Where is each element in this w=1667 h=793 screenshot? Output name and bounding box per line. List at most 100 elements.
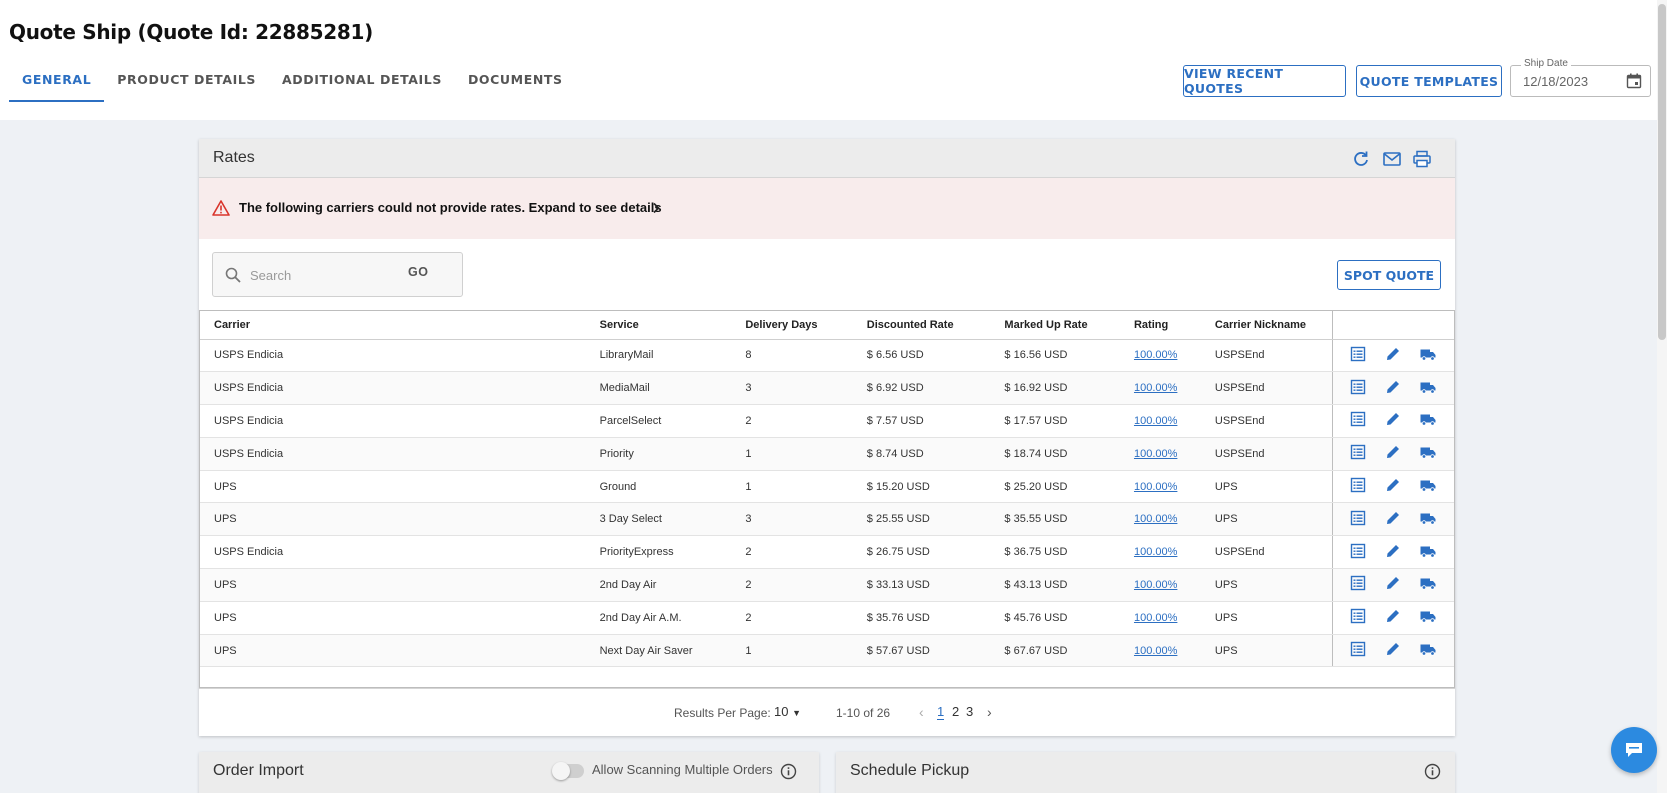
table-row[interactable]: UPS Ground 1 $ 15.20 USD $ 25.20 USD 100.00% U… bbox=[200, 470, 1454, 504]
cell-service: Priority bbox=[585, 437, 732, 471]
column-header-carrier-nickname[interactable]: Carrier Nickname bbox=[1200, 311, 1333, 340]
cell-actions bbox=[1331, 634, 1454, 668]
quote-templates-button[interactable]: QUOTE TEMPLATES bbox=[1356, 65, 1502, 97]
chevron-right-icon[interactable] bbox=[651, 202, 661, 214]
rating-link[interactable]: 100.00% bbox=[1134, 382, 1177, 394]
ship-truck-icon[interactable] bbox=[1420, 575, 1436, 594]
details-icon[interactable] bbox=[1350, 411, 1366, 430]
spot-quote-button[interactable]: SPOT QUOTE bbox=[1337, 260, 1441, 290]
details-icon[interactable] bbox=[1350, 477, 1366, 496]
carrier-alert[interactable]: The following carriers could not provide… bbox=[199, 178, 1455, 239]
column-header-service[interactable]: Service bbox=[585, 311, 732, 340]
details-icon[interactable] bbox=[1350, 510, 1366, 529]
email-icon[interactable] bbox=[1382, 149, 1402, 169]
page-2-link[interactable]: 2 bbox=[952, 704, 959, 719]
results-per-page-select[interactable]: 10 ▼ bbox=[774, 704, 801, 719]
column-header-marked-up-rate[interactable]: Marked Up Rate bbox=[990, 311, 1120, 340]
details-icon[interactable] bbox=[1350, 575, 1366, 594]
previous-page-icon[interactable]: ‹ bbox=[919, 704, 924, 720]
cell-rating: 100.00% bbox=[1119, 568, 1201, 602]
ship-truck-icon[interactable] bbox=[1420, 444, 1436, 463]
cell-actions bbox=[1331, 535, 1454, 570]
column-header-rating[interactable]: Rating bbox=[1119, 311, 1201, 340]
cell-service: ParcelSelect bbox=[585, 404, 732, 438]
ship-truck-icon[interactable] bbox=[1420, 641, 1436, 660]
tab-additional-details[interactable]: ADDITIONAL DETAILS bbox=[269, 62, 455, 102]
rating-link[interactable]: 100.00% bbox=[1134, 513, 1177, 525]
schedule-pickup-title: Schedule Pickup bbox=[850, 762, 970, 779]
cell-discounted-rate: $ 25.55 USD bbox=[852, 502, 991, 537]
table-row[interactable]: USPS Endicia LibraryMail 8 $ 6.56 USD $ 16.5… bbox=[200, 339, 1454, 373]
rating-link[interactable]: 100.00% bbox=[1134, 481, 1177, 493]
column-header-carrier[interactable]: Carrier bbox=[200, 311, 586, 340]
edit-icon[interactable] bbox=[1385, 411, 1401, 430]
table-row[interactable]: USPS Endicia ParcelSelect 2 $ 7.57 USD $ 17.… bbox=[200, 404, 1454, 438]
table-row[interactable]: UPS 3 Day Select 3 $ 25.55 USD $ 35.55 USD 10… bbox=[200, 502, 1454, 537]
search-input[interactable] bbox=[250, 264, 400, 286]
chat-button[interactable] bbox=[1611, 727, 1657, 773]
ship-truck-icon[interactable] bbox=[1420, 477, 1436, 496]
print-icon[interactable] bbox=[1412, 149, 1432, 169]
view-recent-quotes-button[interactable]: VIEW RECENT QUOTES bbox=[1183, 65, 1346, 97]
cell-carrier-nickname: USPSEnd bbox=[1200, 339, 1333, 373]
allow-scanning-toggle[interactable] bbox=[552, 762, 584, 780]
rating-link[interactable]: 100.00% bbox=[1134, 645, 1177, 657]
next-page-icon[interactable]: › bbox=[987, 704, 992, 720]
details-icon[interactable] bbox=[1350, 608, 1366, 627]
details-icon[interactable] bbox=[1350, 379, 1366, 398]
edit-icon[interactable] bbox=[1385, 379, 1401, 398]
details-icon[interactable] bbox=[1350, 444, 1366, 463]
tab-product-details[interactable]: PRODUCT DETAILS bbox=[104, 62, 269, 102]
rates-title: Rates bbox=[213, 149, 255, 166]
table-row[interactable]: UPS 2nd Day Air A.M. 2 $ 35.76 USD $ 45.76 U… bbox=[200, 601, 1454, 635]
details-icon[interactable] bbox=[1350, 543, 1366, 562]
cell-delivery-days: 1 bbox=[731, 437, 853, 471]
table-row[interactable]: USPS Endicia Priority 1 $ 8.74 USD $ 18.74 U… bbox=[200, 437, 1454, 471]
rates-table-body: USPS Endicia LibraryMail 8 $ 6.56 USD $ 16.5… bbox=[200, 339, 1454, 668]
edit-icon[interactable] bbox=[1385, 444, 1401, 463]
edit-icon[interactable] bbox=[1385, 543, 1401, 562]
ship-truck-icon[interactable] bbox=[1420, 510, 1436, 529]
rating-link[interactable]: 100.00% bbox=[1134, 546, 1177, 558]
cell-marked-up-rate: $ 16.92 USD bbox=[990, 371, 1120, 406]
scrollbar-thumb[interactable] bbox=[1658, 4, 1666, 340]
table-row[interactable]: UPS 2nd Day Air 2 $ 33.13 USD $ 43.13 USD 100… bbox=[200, 568, 1454, 602]
column-header-discounted-rate[interactable]: Discounted Rate bbox=[852, 311, 991, 340]
edit-icon[interactable] bbox=[1385, 510, 1401, 529]
details-icon[interactable] bbox=[1350, 641, 1366, 660]
cell-actions bbox=[1331, 502, 1454, 537]
search-box: GO bbox=[212, 252, 463, 297]
column-header-delivery-days[interactable]: Delivery Days bbox=[731, 311, 853, 340]
rating-link[interactable]: 100.00% bbox=[1134, 349, 1177, 361]
info-icon[interactable] bbox=[780, 763, 797, 780]
table-row[interactable]: USPS Endicia MediaMail 3 $ 6.92 USD $ 16.92 … bbox=[200, 371, 1454, 406]
tab-general[interactable]: GENERAL bbox=[9, 62, 105, 102]
table-row[interactable]: UPS Next Day Air Saver 1 $ 57.67 USD $ 67.67… bbox=[200, 634, 1454, 668]
rating-link[interactable]: 100.00% bbox=[1134, 612, 1177, 624]
edit-icon[interactable] bbox=[1385, 575, 1401, 594]
page-3-link[interactable]: 3 bbox=[966, 704, 973, 719]
edit-icon[interactable] bbox=[1385, 608, 1401, 627]
go-button[interactable]: GO bbox=[408, 265, 428, 279]
table-row[interactable]: USPS Endicia PriorityExpress 2 $ 26.75 USD $… bbox=[200, 535, 1454, 570]
edit-icon[interactable] bbox=[1385, 346, 1401, 365]
ship-truck-icon[interactable] bbox=[1420, 608, 1436, 627]
ship-truck-icon[interactable] bbox=[1420, 379, 1436, 398]
edit-icon[interactable] bbox=[1385, 477, 1401, 496]
alert-message[interactable]: The following carriers could not provide… bbox=[239, 200, 662, 215]
calendar-icon[interactable] bbox=[1626, 73, 1642, 89]
tab-documents[interactable]: DOCUMENTS bbox=[455, 62, 576, 102]
rating-link[interactable]: 100.00% bbox=[1134, 415, 1177, 427]
ship-truck-icon[interactable] bbox=[1420, 543, 1436, 562]
refresh-icon[interactable] bbox=[1351, 149, 1371, 169]
edit-icon[interactable] bbox=[1385, 641, 1401, 660]
info-icon[interactable] bbox=[1424, 763, 1441, 780]
rating-link[interactable]: 100.00% bbox=[1134, 448, 1177, 460]
rating-link[interactable]: 100.00% bbox=[1134, 579, 1177, 591]
ship-truck-icon[interactable] bbox=[1420, 411, 1436, 430]
ship-truck-icon[interactable] bbox=[1420, 346, 1436, 365]
page-1-link[interactable]: 1 bbox=[937, 704, 945, 720]
ship-date-field[interactable]: Ship Date 12/18/2023 bbox=[1510, 58, 1651, 97]
details-icon[interactable] bbox=[1350, 346, 1366, 365]
page-scrollbar[interactable] bbox=[1657, 0, 1667, 793]
